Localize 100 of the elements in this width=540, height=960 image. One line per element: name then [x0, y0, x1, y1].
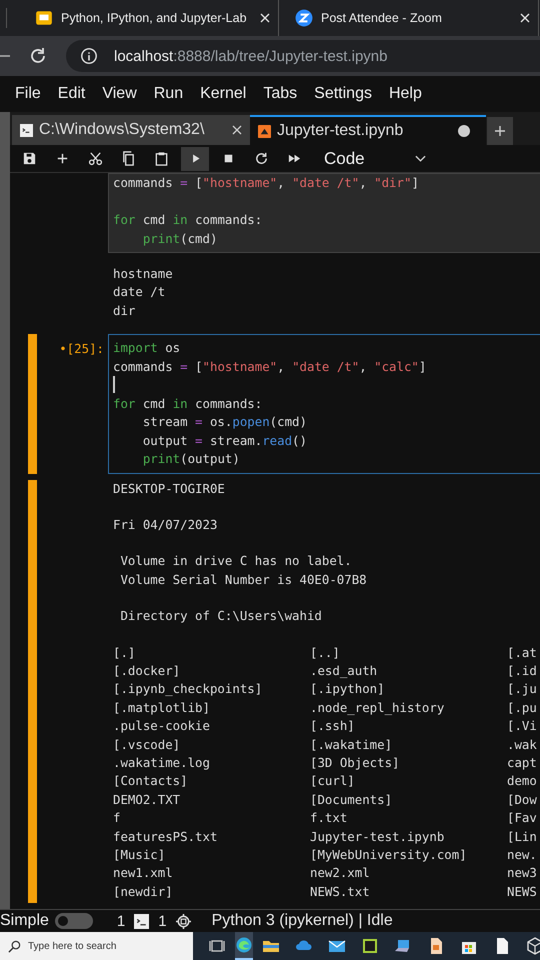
- file-entry: [.vscode]: [113, 736, 182, 754]
- output-line: date /t: [113, 284, 166, 300]
- caret-icon: [414, 154, 426, 162]
- scissors-icon[interactable]: [88, 151, 103, 166]
- plus-icon: [494, 125, 506, 137]
- copy-icon[interactable]: [121, 151, 136, 166]
- file-entry: [.ipython]: [310, 680, 386, 698]
- file-entry: .pulse-cookie: [113, 717, 211, 736]
- output-line: dir: [113, 302, 136, 318]
- file-entry: [.]: [113, 644, 136, 662]
- file-entry: [MyWebUniversity.com]: [310, 846, 468, 864]
- output-line: Fri 04/07/2023: [113, 517, 218, 532]
- code-editor[interactable]: commands = ["hostname", "date /t", "dir"] for cmd in commands: print(cmd): [108, 173, 540, 253]
- code-line: import os: [113, 340, 180, 356]
- code-line: output = stream.read(): [142, 432, 307, 448]
- video-app-icon: [295, 9, 313, 27]
- file-entry: [.Vi: [507, 717, 538, 736]
- file-entry: f.txt: [310, 809, 348, 828]
- file-entry: [newdir]: [113, 882, 174, 901]
- output-line: hostname: [113, 266, 173, 281]
- document-tab[interactable]: C:\Windows\System32\: [12, 115, 250, 145]
- file-entry: featuresPS.txt: [113, 828, 218, 846]
- terminal-icon: [134, 914, 150, 928]
- file-entry: [Fav: [507, 809, 538, 828]
- file-entry: [.ssh]: [310, 717, 356, 736]
- file-entry: new2.xml: [310, 864, 371, 882]
- file-entry: .node_repl_history: [310, 698, 446, 717]
- output-line: Directory of C:\Users\wahid: [119, 608, 322, 624]
- run-button[interactable]: [181, 146, 209, 170]
- file-entry: [Contacts]: [113, 772, 189, 790]
- browser-taskbar-button[interactable]: [235, 932, 253, 960]
- mode-label: Simple: [0, 912, 49, 930]
- output-line: DESKTOP-TOGIR0E: [113, 480, 225, 496]
- file-entry: Jupyter-test.ipynb: [310, 828, 446, 846]
- tab-title: Post Attendee - Zoom: [321, 11, 443, 25]
- laptop-icon[interactable]: [394, 937, 412, 955]
- close-icon[interactable]: [520, 13, 530, 23]
- file-entry: new.: [507, 846, 538, 864]
- file-entry: [.matplotlib]: [113, 698, 211, 717]
- cell-prompt: •[25]:: [59, 341, 104, 356]
- file-entry: new3: [507, 864, 538, 882]
- menu-item[interactable]: Settings: [314, 85, 372, 103]
- mode-toggle[interactable]: [54, 913, 93, 929]
- output-line: Volume in drive C has no label.: [119, 553, 352, 568]
- info-icon[interactable]: [80, 47, 98, 65]
- taskbar-search-field[interactable]: Type here to search: [0, 932, 193, 960]
- file-entry: [Lin: [507, 828, 538, 846]
- tab-title: Jupyter-test.ipynb: [277, 122, 404, 140]
- close-icon[interactable]: [232, 125, 242, 135]
- kernel-status: Python 3 (ipykernel) | Idle: [212, 912, 393, 930]
- file-entry: NEWS.txt: [310, 882, 371, 901]
- notebook-icon: [258, 124, 271, 138]
- terminal-count: 1: [116, 912, 126, 930]
- document-tab[interactable]: Jupyter-test.ipynb: [250, 115, 486, 145]
- app-icon[interactable]: [361, 937, 379, 955]
- code-line: commands = ["hostname", "date /t", "calc"]: [113, 358, 426, 374]
- code-line: stream = os.popen(cmd): [142, 414, 307, 430]
- file-entry: [.at: [507, 644, 538, 662]
- file-entry: [.docker]: [113, 662, 182, 680]
- file-entry: capt: [507, 754, 538, 772]
- file-entry: f: [113, 809, 122, 828]
- menu-item[interactable]: Help: [388, 85, 422, 103]
- tab-title: Python, IPython, and Jupyter-Lab: [61, 11, 248, 25]
- file-entry: demo: [507, 772, 538, 790]
- restart-icon[interactable]: [254, 151, 269, 166]
- chip-icon: [176, 914, 191, 928]
- file-entry: .wak: [507, 736, 538, 754]
- file-entry: [Documents]: [310, 790, 394, 809]
- file-entry: [.ipynb_checkpoints]: [113, 680, 264, 698]
- file-entry: .wakatime.log: [113, 754, 211, 772]
- search-icon: [8, 940, 21, 953]
- menu-item[interactable]: View: [102, 85, 137, 103]
- url-path: :8888/lab/tree/Jupyter-test.ipynb: [173, 48, 388, 64]
- cube-icon[interactable]: [526, 937, 540, 955]
- code-line: print(cmd): [142, 230, 218, 246]
- menu-item[interactable]: File: [15, 85, 41, 103]
- close-icon[interactable]: [260, 13, 270, 23]
- clipboard-icon[interactable]: [154, 151, 169, 166]
- new-tab-button[interactable]: [487, 117, 513, 145]
- menu-item[interactable]: Tabs: [263, 85, 298, 103]
- slides-icon: [35, 9, 53, 27]
- file-entry: NEWS: [507, 882, 538, 901]
- code-line: for cmd in commands:: [113, 212, 262, 227]
- reload-icon[interactable]: [28, 46, 48, 66]
- cell-type-dropdown[interactable]: Code: [324, 148, 426, 168]
- file-entry: [..]: [310, 644, 341, 662]
- add-icon[interactable]: [55, 151, 70, 166]
- kernel-count: 1: [158, 912, 167, 930]
- code-line: commands = ["hostname", "date /t", "dir"]: [113, 175, 419, 190]
- menu-item[interactable]: Run: [154, 85, 184, 103]
- output-line: Volume Serial Number is 40E0-07B8: [119, 572, 367, 587]
- file-entry: [curl]: [310, 772, 356, 790]
- address-bar[interactable]: localhost:8888/lab/tree/Jupyter-test.ipynb: [66, 40, 540, 72]
- file-entry: [.wakatime]: [310, 736, 394, 754]
- url-host: localhost: [114, 48, 174, 64]
- menu-item[interactable]: Edit: [58, 85, 86, 103]
- menu-item[interactable]: Kernel: [200, 85, 246, 103]
- save-icon[interactable]: [22, 151, 37, 166]
- code-editor[interactable]: import os commands = ["hostname", "date /t", "calc"] for cmd in commands: stream = os.popen(cmd) output = stream.read() print(output): [108, 334, 540, 474]
- terminal-icon: [20, 124, 33, 136]
